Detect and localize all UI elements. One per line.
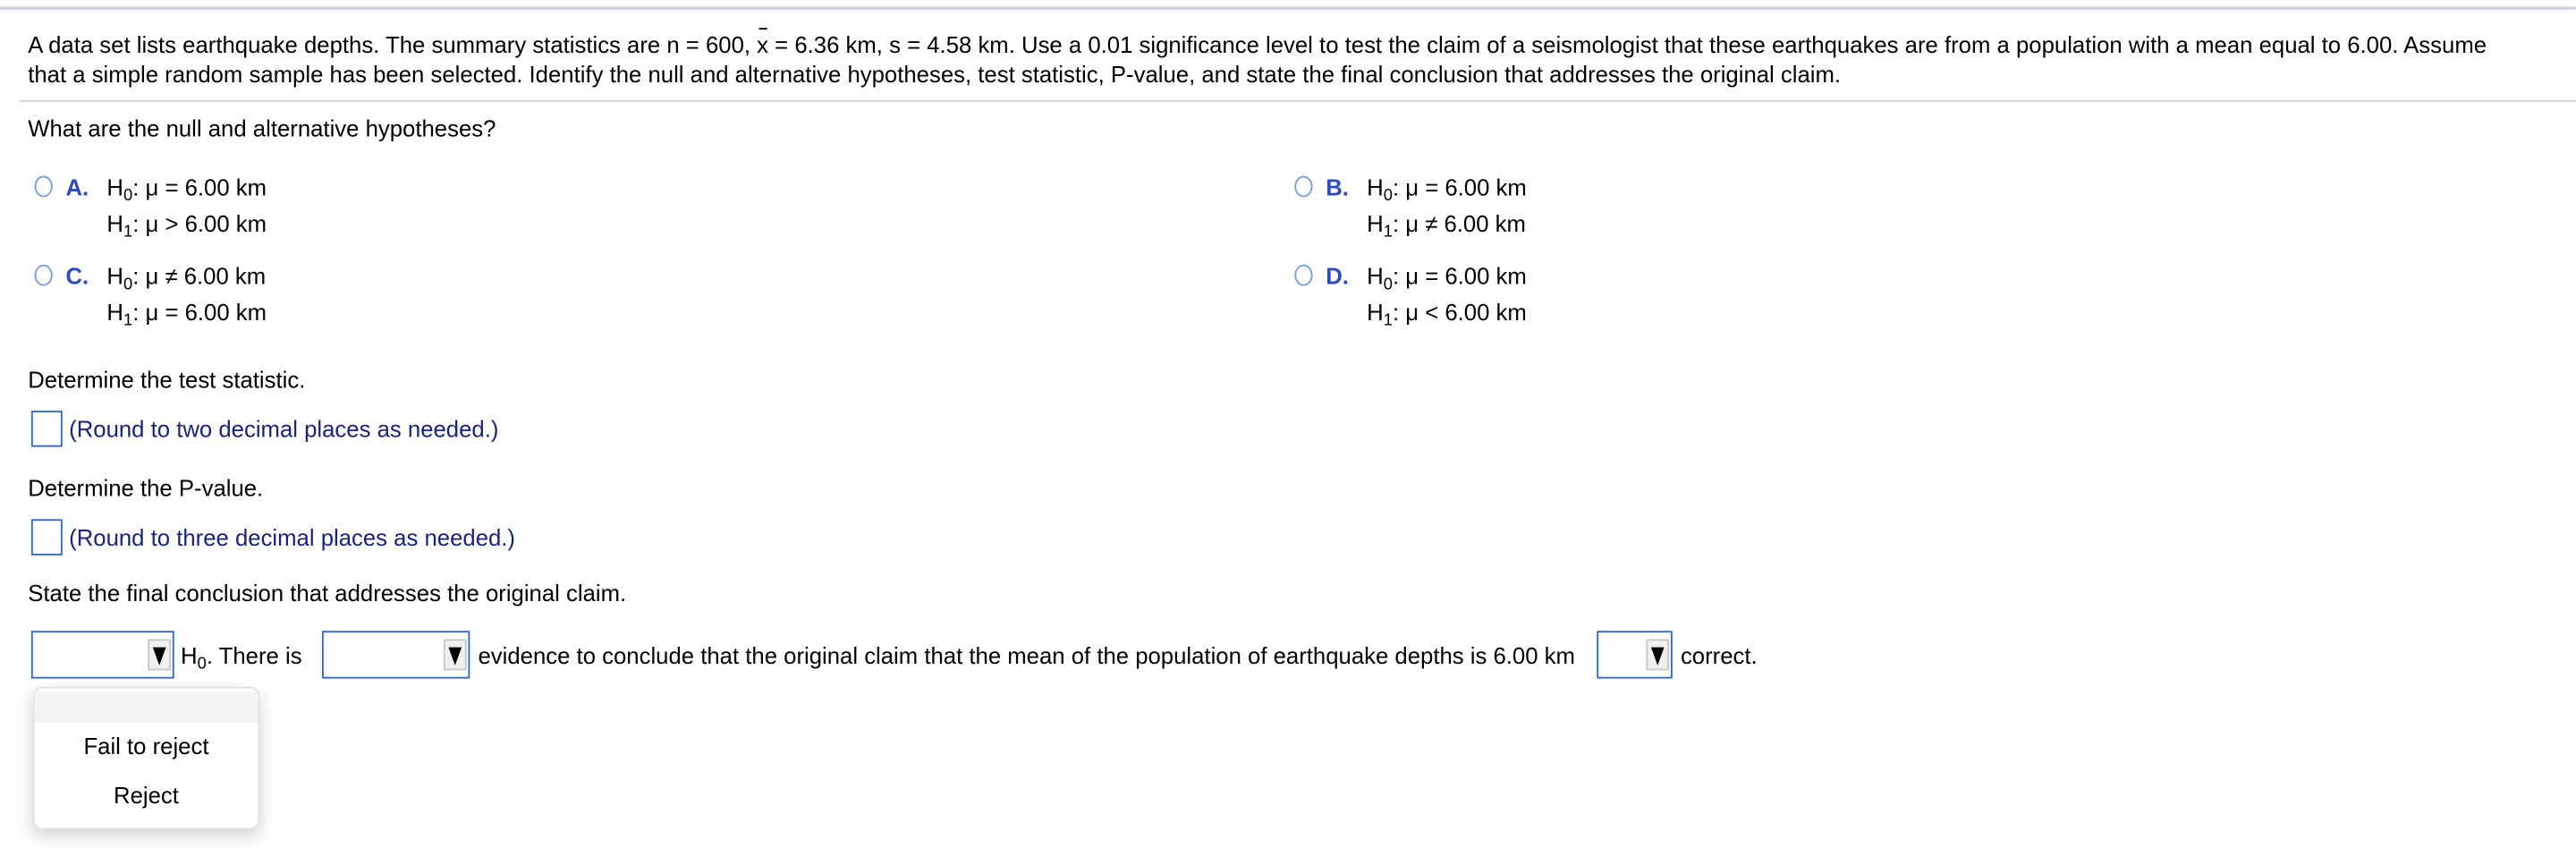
conclusion-text: evidence to conclude that the original c… [478, 642, 1575, 669]
question-line-1: A data set lists earthquake depths. The … [28, 28, 2487, 59]
h0-label: H0. There is [181, 642, 302, 674]
top-divider [0, 6, 2576, 11]
h0-text: H0: μ = 6.00 km [106, 174, 267, 206]
p-value-input[interactable] [30, 519, 63, 555]
menu-item-fail-to-reject[interactable]: Fail to reject [35, 733, 258, 759]
option-label: C. [65, 262, 89, 290]
p-value-prompt: Determine the P-value. [28, 474, 264, 502]
test-statistic-input[interactable] [30, 411, 63, 447]
radio-option-a[interactable] [34, 175, 53, 198]
dropdown-menu: Fail to reject Reject [32, 686, 260, 830]
h0-text: H0: μ = 6.00 km [1367, 174, 1527, 206]
option-label: B. [1326, 174, 1349, 201]
menu-item-reject[interactable]: Reject [35, 782, 258, 808]
hypotheses-prompt: What are the null and alternative hypoth… [28, 114, 496, 141]
dropdown-arrow-icon[interactable] [148, 639, 172, 671]
p-value-hint: (Round to three decimal places as needed… [69, 523, 516, 551]
h1-text: H1: μ > 6.00 km [106, 210, 267, 242]
option-label: D. [1326, 262, 1349, 290]
test-statistic-hint: (Round to two decimal places as needed.) [69, 415, 499, 443]
evidence-dropdown[interactable] [321, 631, 470, 679]
test-statistic-prompt: Determine the test statistic. [28, 366, 306, 393]
menu-item-blank[interactable] [34, 691, 258, 724]
option-label: A. [65, 174, 89, 201]
h0-text: H0: μ ≠ 6.00 km [106, 262, 267, 294]
h1-text: H1: μ ≠ 6.00 km [1367, 210, 1526, 242]
claim-correctness-dropdown[interactable] [1597, 631, 1673, 679]
divider [20, 100, 2576, 102]
radio-option-d[interactable] [1294, 264, 1313, 286]
h0-text: H0: μ = 6.00 km [1367, 262, 1527, 294]
correct-text: correct. [1680, 642, 1758, 669]
radio-option-c[interactable] [34, 264, 53, 286]
h1-text: H1: μ = 6.00 km [106, 299, 267, 331]
radio-option-b[interactable] [1294, 175, 1313, 198]
dropdown-arrow-icon[interactable] [443, 639, 467, 671]
question-line-2: that a simple random sample has been sel… [28, 60, 1842, 88]
h1-text: H1: μ < 6.00 km [1367, 299, 1527, 331]
dropdown-arrow-icon[interactable] [1646, 639, 1670, 671]
reject-decision-dropdown[interactable] [30, 631, 174, 679]
conclusion-prompt: State the final conclusion that addresse… [28, 580, 627, 606]
